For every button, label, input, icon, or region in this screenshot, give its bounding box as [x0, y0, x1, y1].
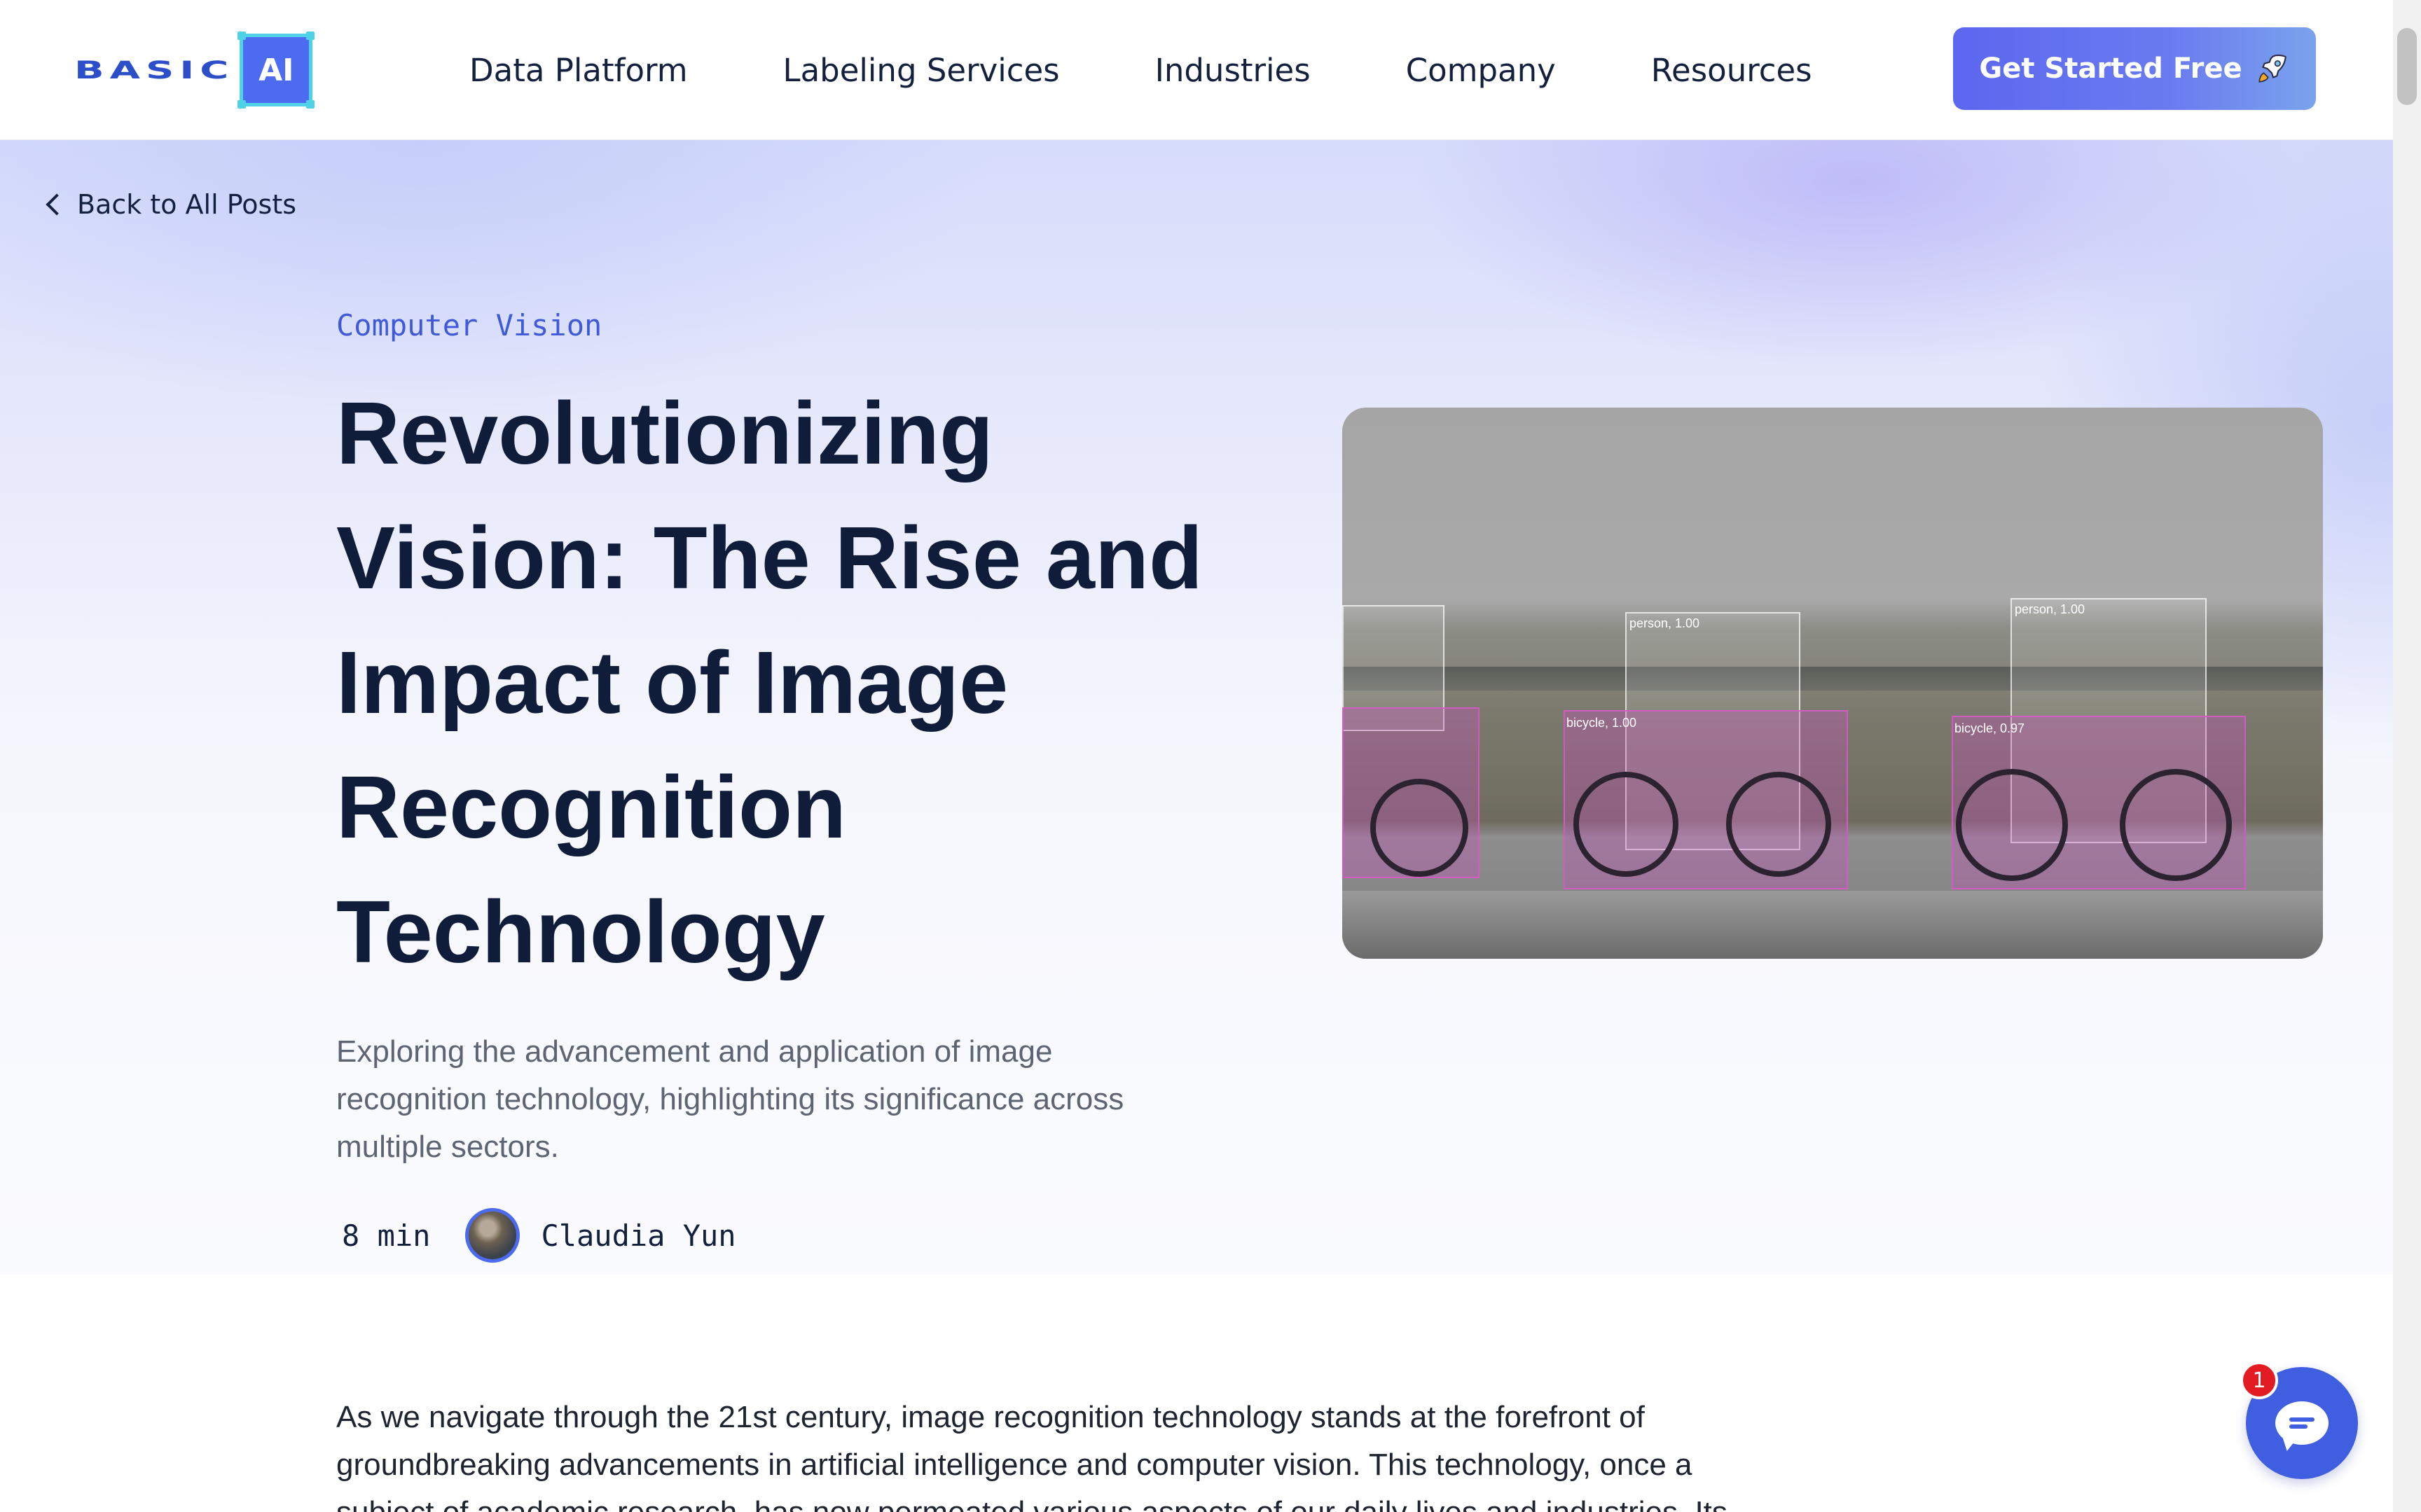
wheel	[2120, 769, 2232, 881]
person-label-2: person, 1.00	[1629, 616, 1700, 630]
author-avatar[interactable]	[465, 1208, 520, 1263]
road	[1342, 891, 2323, 959]
page-scrollbar[interactable]	[2393, 0, 2421, 1512]
post-subtitle: Exploring the advancement and applicatio…	[336, 1034, 1124, 1164]
logo-ai-box: AI	[237, 32, 315, 109]
get-started-label: Get Started Free	[1979, 53, 2242, 85]
post-meta: 8 min Claudia Yun	[342, 1208, 736, 1263]
chat-notification-badge: 1	[2240, 1361, 2278, 1399]
post-title: Revolutionizing Vision: The Rise and Imp…	[336, 384, 1203, 981]
person-label-3: person, 1.00	[2015, 602, 2085, 616]
wheel	[1370, 779, 1468, 877]
chat-bubble-icon	[2275, 1401, 2329, 1445]
post-category[interactable]: Computer Vision	[336, 308, 602, 342]
back-to-posts-link[interactable]: Back to All Posts	[42, 189, 296, 220]
logo-text: BASIC	[74, 55, 235, 85]
get-started-button[interactable]: Get Started Free	[1953, 27, 2316, 110]
main-nav: Data Platform Labeling Services Industri…	[469, 0, 1908, 140]
back-to-posts-label: Back to All Posts	[77, 189, 297, 220]
rocket-icon	[2258, 54, 2286, 83]
nav-industries[interactable]: Industries	[1155, 52, 1311, 89]
nav-resources[interactable]: Resources	[1651, 52, 1812, 89]
nav-company[interactable]: Company	[1406, 52, 1556, 89]
chat-widget-button[interactable]: 1	[2240, 1361, 2358, 1479]
wheel	[1726, 772, 1831, 877]
read-time: 8 min	[342, 1218, 431, 1253]
author-name[interactable]: Claudia Yun	[541, 1219, 736, 1253]
chevron-left-icon	[46, 193, 68, 216]
basicai-logo[interactable]: BASIC AI	[74, 32, 315, 109]
wheel	[1956, 769, 2068, 881]
logo-ai-text: AI	[258, 52, 294, 88]
bicycle-label-2: bicycle, 1.00	[1566, 716, 1637, 730]
nav-data-platform[interactable]: Data Platform	[469, 52, 688, 89]
site-header: BASIC AI Data Platform Labeling Services…	[0, 0, 2393, 140]
scrollbar-thumb[interactable]	[2397, 28, 2417, 105]
bicycle-label-3: bicycle, 0.97	[1954, 721, 2025, 735]
nav-labeling-services[interactable]: Labeling Services	[783, 52, 1060, 89]
wheel	[1573, 772, 1678, 877]
hero-image-cyclists-detection: person, 1.00 bicycle, 1.00 person, 1.00 …	[1342, 408, 2323, 959]
article-intro: As we navigate through the 21st century,…	[336, 1400, 1727, 1512]
